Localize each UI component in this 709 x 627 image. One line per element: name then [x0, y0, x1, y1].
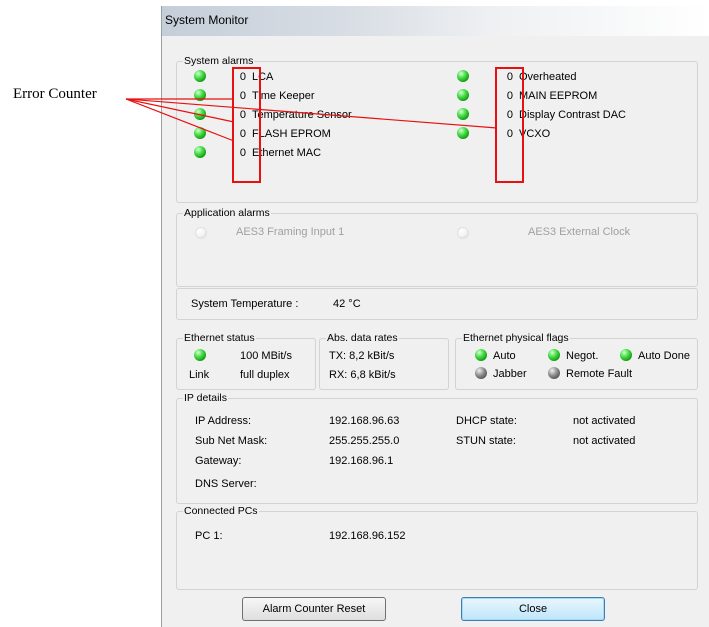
error-counter-callout: Error Counter [13, 86, 97, 102]
annotation-leader-lines [125, 98, 498, 142]
